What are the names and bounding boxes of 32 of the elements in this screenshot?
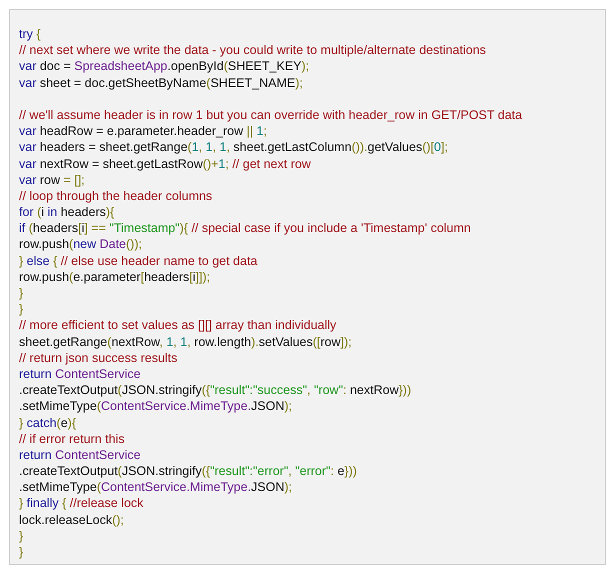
code-line: // return json success results [19,350,178,366]
code-line: } [19,301,24,318]
code-line: } finally { //release lock [19,495,144,512]
code-line: for (i in headers){ [19,204,116,220]
code-line: } [19,285,24,302]
code-line: var nextRow = sheet.getLastRow()+1; // get next row [19,156,312,172]
code-line: var headRow = e.parameter.header_row || 1; [19,123,268,140]
code-line: // if error return this [19,430,126,447]
code-line: lock.releaseLock(); [19,512,125,528]
code-line: .createTextOutput(JSON.stringify({"result":"success", "row": nextRow})) [19,382,412,398]
code-line: row.push(e.parameter[headers[i]]); [19,268,212,285]
code-line: // loop through the header columns [19,188,214,204]
code-line: row.push(new Date()); [19,236,143,253]
code-line: var doc = SpreadsheetApp.openById(SHEET_KEY); [19,58,310,75]
code-line: return ContentService [19,446,142,464]
code-line: return ContentService [19,366,142,382]
code-line: } else { // else use header name to get data [19,252,258,269]
code-line: } [19,544,24,560]
code-line: // more efficient to set values as [][] array than individually [19,317,338,334]
code-line: var sheet = doc.getSheetByName(SHEET_NAME); [19,74,304,91]
code-line: var row = []; [19,172,86,188]
code-line: // next set where we write the data - you could write to multiple/alternate destinations [19,42,487,58]
code-line: } catch(e){ [19,414,78,431]
code-line: try { [19,26,42,42]
code-line: } [19,528,24,544]
code-line: if (headers[i] == "Timestamp"){ // special case if you include a 'Timestamp' column [19,220,472,236]
code-line: .setMimeType(ContentService.MimeType.JSON); [19,398,294,414]
code-line: var headers = sheet.getRange(1, 1, 1, sheet.getLastColumn()).getValues()[0]; [19,139,449,156]
code-line: .setMimeType(ContentService.MimeType.JSON); [19,479,294,496]
code-line: // we'll assume header is in row 1 but you can override with header_row in GET/POST data [19,106,524,124]
code-line: sheet.getRange(nextRow, 1, 1, row.length).setValues([row]); [19,334,353,350]
code-line: .createTextOutput(JSON.stringify({"result":"error", "error": e})) [19,463,358,480]
